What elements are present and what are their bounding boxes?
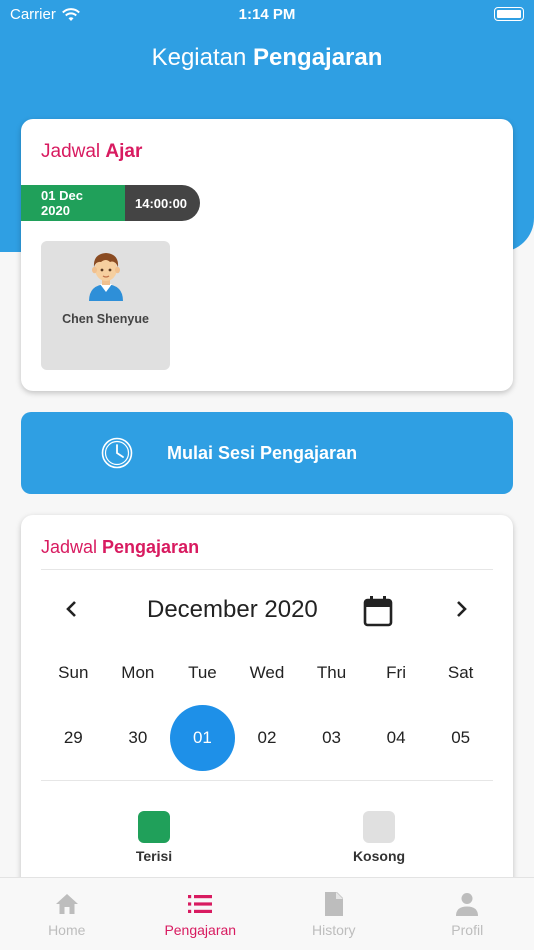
calendar-day[interactable]: 05 [428,705,493,771]
session-date: 01 Dec 2020 [21,185,125,221]
weekday-label: Sun [58,663,89,682]
start-session-label: Mulai Sesi Pengajaran [167,443,358,463]
schedule-card: Jadwal Ajar 01 Dec 2020 14:00:00 Chen Sh… [21,119,513,391]
calendar-title-regular: Jadwal [41,537,103,557]
status-bar: Carrier 1:14 PM [0,0,534,28]
weekday-label: Mon [121,663,155,682]
calendar-day[interactable]: 30 [106,705,171,771]
clock-icon [101,437,133,469]
weekday-label: Thu [316,663,347,682]
person-icon [456,893,479,916]
chevron-left-icon[interactable] [64,599,80,619]
document-icon [324,892,343,916]
divider [41,780,493,781]
page-title-regular: Kegiatan [151,44,254,71]
status-time: 1:14 PM [238,6,296,23]
legend-label: Kosong [352,848,406,864]
chevron-right-icon[interactable] [453,599,469,619]
schedule-title-bold: Ajar [105,141,143,162]
weekday-label: Wed [249,663,285,682]
nav-item-home[interactable]: Home [0,878,134,950]
session-time: 14:00:00 [125,185,200,221]
nav-item-history[interactable]: History [267,878,401,950]
schedule-title-regular: Jadwal [41,141,106,162]
weekday-label: Fri [386,663,406,682]
calendar-day-selected[interactable]: 01 [170,705,235,771]
legend-swatch-empty [363,811,395,843]
page-title-bold: Pengajaran [253,44,383,71]
calendar-day[interactable]: 03 [299,705,364,771]
day-number: 01 [170,705,235,771]
legend-empty: Kosong [329,811,429,864]
calendar-day[interactable]: 29 [41,705,106,771]
weekday-label: Tue [188,663,217,682]
calendar-day[interactable]: 04 [364,705,429,771]
home-icon [55,894,78,914]
nav-item-profil[interactable]: Profil [401,878,534,950]
calendar-title-bold: Pengajaran [102,537,200,557]
start-session-button[interactable]: Mulai Sesi Pengajaran [21,412,513,494]
nav-label-pengajaran: Pengajaran [164,922,237,938]
calendar-card: Jadwal Pengajaran December 2020 Sun Mon … [21,515,513,885]
session-datetime-pill: 01 Dec 2020 14:00:00 [21,185,200,221]
day-number: 02 [257,728,277,747]
day-number: 04 [386,728,406,747]
legend-filled: Terisi [104,811,204,864]
nav-item-pengajaran[interactable]: Pengajaran [134,878,268,950]
student-name: Chen Shenyue [62,312,149,326]
list-icon [188,895,213,913]
calendar-day[interactable]: 02 [235,705,300,771]
day-number: 29 [63,728,83,747]
weekday-label: Sat [447,663,474,682]
calendar-weekdays: Sun Mon Tue Wed Thu Fri Sat [41,663,493,683]
student-avatar-icon [89,253,123,301]
day-number: 30 [128,728,148,747]
divider [41,569,493,570]
day-number: 05 [451,728,471,747]
calendar-card-title: Jadwal Pengajaran [41,537,199,558]
nav-label-home: Home [48,922,86,938]
bottom-navigation: Home Pengajaran History Profil [0,877,534,950]
battery-icon [494,7,524,21]
student-tile[interactable]: Chen Shenyue [41,241,170,370]
nav-label-profil: Profil [451,922,484,938]
day-number: 03 [322,728,341,747]
calendar-days: 29 30 01 02 03 04 05 [41,705,493,771]
legend-swatch-filled [138,811,170,843]
schedule-card-title: Jadwal Ajar [41,141,142,163]
nav-label-history: History [311,922,356,938]
calendar-month: December 2020 [147,596,318,623]
page-title: Kegiatan Pengajaran [0,44,534,72]
legend-label: Terisi [135,848,173,864]
calendar-icon[interactable] [363,595,393,627]
